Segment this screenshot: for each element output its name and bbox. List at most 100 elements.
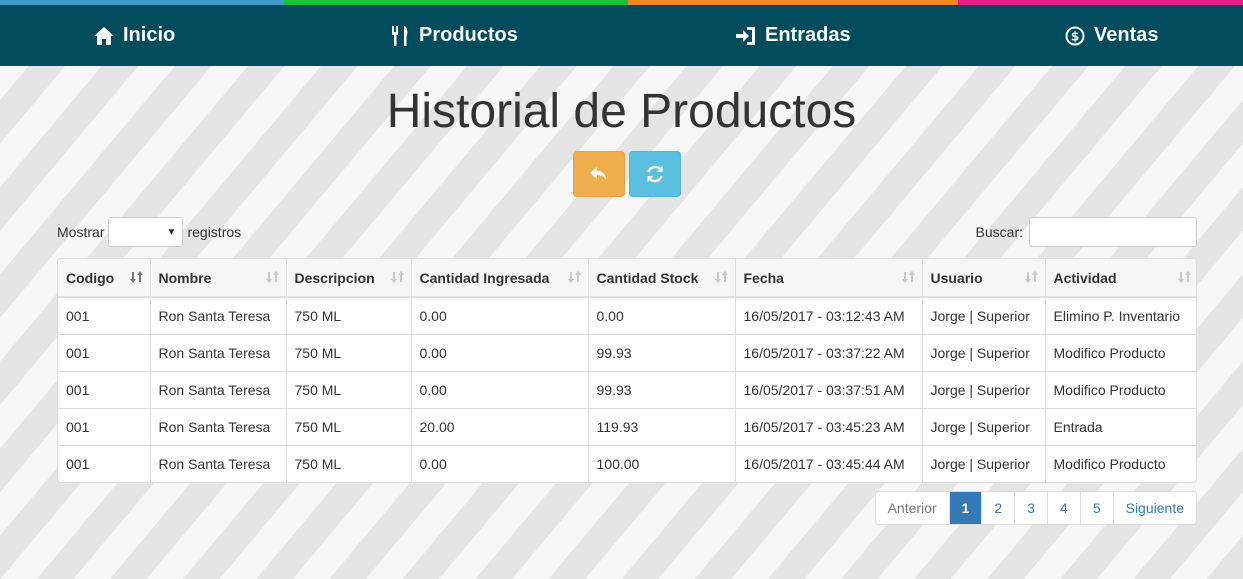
column-header[interactable]: Cantidad Stock	[588, 259, 736, 298]
page-length-select[interactable]: ▼	[108, 217, 184, 247]
pagination-page-2[interactable]: 2	[981, 492, 1014, 524]
table-cell: 0.00	[411, 297, 589, 334]
table-cell: 0.00	[588, 297, 736, 334]
column-header[interactable]: Cantidad Ingresada	[411, 259, 589, 298]
nav-label-ventas: Ventas	[1094, 24, 1159, 46]
table-cell: Jorge | Superior	[922, 444, 1046, 482]
sort-icon	[1024, 271, 1038, 283]
table-cell: 750 ML	[286, 407, 412, 445]
table-row: 001 Ron Santa Teresa 750 ML 0.00 100.00 16/05…	[58, 444, 1196, 482]
sort-icon	[567, 271, 581, 283]
table-row: 001 Ron Santa Teresa 750 ML 0.00 99.93 16/05/…	[58, 370, 1196, 408]
table-header-row: Codigo Nombre Descripcion Cantidad Ingresad…	[58, 259, 1196, 298]
table-cell: 0.00	[411, 444, 589, 482]
pagination-page-1[interactable]: 1	[948, 492, 982, 524]
nav-item-ventas[interactable]: $ Ventas	[1064, 5, 1158, 66]
column-header-label: Fecha	[743, 269, 784, 286]
table-cell: Ron Santa Teresa	[150, 444, 287, 482]
back-button[interactable]	[573, 151, 625, 197]
nav-label-productos: Productos	[419, 24, 518, 46]
column-header-label: Usuario	[930, 269, 983, 286]
column-header-label: Actividad	[1053, 269, 1117, 286]
history-table: Codigo Nombre Descripcion Cantidad Ingresad…	[57, 258, 1197, 483]
search-input[interactable]	[1029, 217, 1197, 247]
pagination-page-4[interactable]: 4	[1047, 492, 1080, 524]
nav-item-entradas[interactable]: Entradas	[735, 5, 851, 66]
pagination-page-5[interactable]: 5	[1079, 492, 1113, 524]
table-cell: 001	[58, 444, 151, 482]
table-cell: Modifico Producto	[1045, 370, 1196, 408]
search-label: Buscar:	[975, 224, 1023, 240]
page-length-control: Mostrar ▼ registros	[57, 217, 241, 247]
column-header[interactable]: Actividad	[1045, 259, 1196, 298]
length-suffix-label: registros	[187, 224, 242, 240]
column-header[interactable]: Codigo	[58, 259, 151, 298]
table-cell: 750 ML	[286, 333, 412, 371]
refresh-button[interactable]	[629, 151, 681, 197]
table-cell: Elimino P. Inventario	[1053, 307, 1181, 324]
column-header[interactable]: Usuario	[922, 259, 1046, 298]
table-cell: Jorge | Superior	[922, 407, 1046, 445]
table-cell: 001	[58, 370, 151, 408]
table-cell: 16/05/2017 - 03:37:51 AM	[735, 370, 923, 408]
table-cell: 16/05/2017 - 03:12:43 AM	[735, 297, 923, 334]
svg-text:$: $	[1071, 29, 1079, 43]
table-cell: Modifico Producto	[1045, 444, 1196, 482]
sort-icon	[714, 271, 728, 283]
table-cell: 001	[58, 407, 151, 445]
table-cell: 16/05/2017 - 03:45:44 AM	[735, 444, 923, 482]
table-cell: Ron Santa Teresa	[150, 333, 287, 371]
table-cell: Entrada	[1045, 407, 1196, 445]
sort-icon	[390, 271, 404, 283]
main-nav: Inicio Productos Entradas $ Ventas	[0, 5, 1243, 66]
reply-icon	[590, 167, 606, 180]
sort-ascending-icon	[129, 271, 143, 283]
table-cell: Ron Santa Teresa	[150, 297, 287, 334]
column-header[interactable]: Descripcion	[286, 259, 412, 298]
dollar-circle-icon: $	[1065, 26, 1085, 45]
length-prefix-label: Mostrar	[57, 224, 105, 240]
table-cell: 001	[58, 333, 151, 371]
table-cell: Jorge | Superior	[922, 370, 1046, 408]
column-header-label: Nombre	[158, 269, 212, 286]
table-cell: 750 ML	[286, 297, 412, 334]
table-cell: 750 ML	[286, 444, 412, 482]
table-cell: 001	[58, 297, 151, 334]
page-title: Historial de Productos	[386, 85, 857, 138]
table-cell: Modifico Producto	[1045, 333, 1196, 371]
top-navbar: Inicio Productos Entradas $ Ventas	[0, 0, 1243, 66]
sort-icon	[901, 271, 915, 283]
pagination-previous[interactable]: Anterior	[876, 492, 949, 524]
refresh-icon	[647, 165, 663, 183]
column-header-label: Descripcion	[294, 269, 375, 286]
column-header[interactable]: Fecha	[735, 259, 923, 298]
table-cell: 750 ML	[286, 370, 412, 408]
sign-in-icon	[736, 26, 755, 45]
column-header-label: Cantidad Stock	[596, 269, 699, 286]
nav-label-entradas: Entradas	[765, 24, 851, 46]
utensils-icon	[392, 25, 408, 46]
column-header[interactable]: Nombre	[150, 259, 287, 298]
nav-item-productos[interactable]: Productos	[391, 5, 518, 66]
table-cell: 16/05/2017 - 03:37:22 AM	[735, 333, 923, 371]
table-cell: Jorge | Superior	[922, 333, 1046, 371]
table-cell: 99.93	[588, 370, 736, 408]
pagination-page-3[interactable]: 3	[1014, 492, 1047, 524]
table-row: 001 Ron Santa Teresa 750 ML 20.00 119.93 16/0…	[58, 407, 1196, 445]
sort-icon	[1178, 271, 1191, 283]
pagination: Anterior 1 2 3 4 5 Siguiente	[874, 491, 1197, 525]
table-row: 001 Ron Santa Teresa 750 ML 0.00 99.93 16/05/…	[58, 333, 1196, 371]
table-cell: 16/05/2017 - 03:45:23 AM	[735, 407, 923, 445]
table-cell: Jorge | Superior	[922, 297, 1046, 334]
column-header-label: Codigo	[66, 269, 115, 286]
table-cell: Ron Santa Teresa	[150, 370, 287, 408]
pagination-next[interactable]: Siguiente	[1112, 492, 1196, 524]
table-cell: 0.00	[411, 333, 589, 371]
table-row: 001 Ron Santa Teresa 750 ML 0.00 0.00 16/05/2…	[58, 297, 1196, 334]
search-control: Buscar:	[976, 217, 1197, 247]
table-cell: 20.00	[411, 407, 589, 445]
nav-item-inicio[interactable]: Inicio	[93, 5, 175, 66]
table-cell: 100.00	[588, 444, 736, 482]
caret-down-icon: ▼	[166, 227, 177, 238]
sort-icon	[265, 271, 279, 283]
